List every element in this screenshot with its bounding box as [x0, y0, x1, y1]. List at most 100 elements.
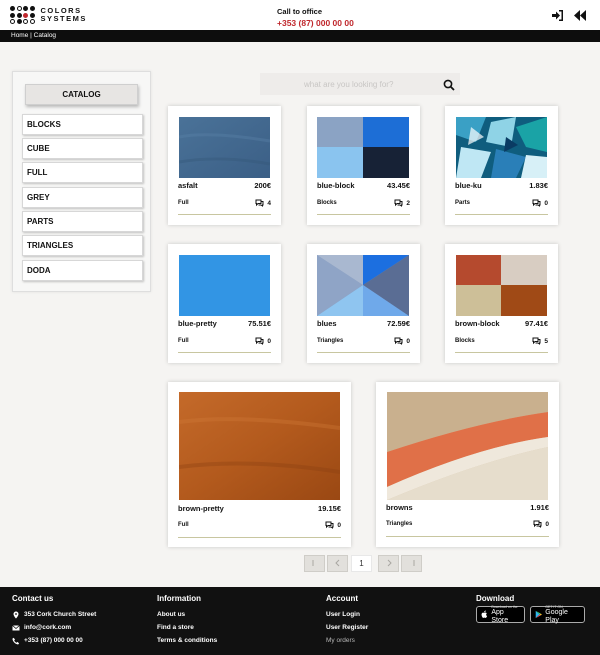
page-number-current[interactable]: 1	[351, 555, 372, 572]
footer-contact: Contact us 353 Cork Church Street info@c…	[12, 594, 96, 647]
comments-number: 0	[267, 337, 271, 345]
search-icon[interactable]	[443, 79, 455, 91]
apple-icon	[481, 610, 488, 618]
footer-email-text[interactable]: info@cork.com	[24, 621, 71, 634]
last-page-button[interactable]	[401, 555, 422, 572]
product-category[interactable]: Parts	[455, 200, 470, 206]
product-category[interactable]: Triangles	[386, 521, 412, 527]
comments-count: 2	[394, 199, 410, 207]
product-image[interactable]	[179, 392, 340, 500]
product-image[interactable]	[456, 117, 547, 178]
next-page-icon	[387, 559, 392, 567]
phone-icon	[12, 637, 20, 644]
card-divider	[455, 352, 548, 353]
product-card[interactable]: asfalt 200€ Full 4	[168, 106, 281, 225]
product-name[interactable]: browns	[386, 503, 413, 512]
footer-link-login[interactable]: User Login	[326, 608, 368, 621]
product-name[interactable]: blue-pretty	[178, 319, 217, 328]
footer-account: Account User Login User Register My orde…	[326, 594, 368, 647]
comments-icon	[532, 337, 541, 345]
comments-count: 5	[532, 337, 548, 345]
back-icon[interactable]	[574, 10, 586, 21]
comments-count: 0	[532, 199, 548, 207]
comments-icon	[255, 199, 264, 207]
footer-link-orders[interactable]: My orders	[326, 634, 368, 647]
product-card[interactable]: blues 72.59€ Triangles 0	[307, 244, 420, 363]
card-divider	[386, 536, 549, 537]
footer-phone[interactable]: +353 (87) 000 00 00	[12, 634, 96, 647]
card-divider	[455, 214, 548, 215]
product-card[interactable]: browns 1.91€ Triangles 0	[376, 382, 559, 547]
logo[interactable]: COLORS SYSTEMS	[10, 6, 87, 24]
site-header: COLORS SYSTEMS Call to office +353 (87) …	[0, 0, 600, 30]
product-price: 1.91€	[530, 503, 549, 512]
product-name[interactable]: blue-block	[317, 181, 355, 190]
sidebar-item-doda[interactable]: DODA	[22, 260, 143, 281]
last-page-icon	[413, 560, 414, 566]
product-image[interactable]	[317, 117, 409, 178]
sidebar-item-cube[interactable]: CUBE	[22, 138, 143, 159]
footer-information: Information About us Find a store Terms …	[157, 594, 217, 647]
first-page-button[interactable]	[304, 555, 325, 572]
product-name[interactable]: blue-ku	[455, 181, 482, 190]
product-category[interactable]: Full	[178, 338, 189, 344]
product-name[interactable]: blues	[317, 319, 337, 328]
sidebar-item-full[interactable]: FULL	[22, 162, 143, 183]
product-card[interactable]: blue-block 43.45€ Blocks 2	[307, 106, 420, 225]
google-play-badge[interactable]: GET IT ON Google Play	[530, 605, 585, 624]
card-divider	[178, 537, 341, 538]
office-phone[interactable]: +353 (87) 000 00 00	[277, 18, 354, 28]
comments-number: 5	[544, 337, 548, 345]
breadcrumb-text[interactable]: Home | Catalog	[11, 32, 56, 39]
product-name[interactable]: brown-block	[455, 319, 500, 328]
login-icon[interactable]	[552, 10, 564, 21]
product-price: 200€	[254, 181, 271, 190]
product-image[interactable]	[179, 117, 270, 178]
footer-account-title: Account	[326, 594, 358, 603]
product-price: 19.15€	[318, 504, 341, 513]
app-store-badge[interactable]: Download on the App Store	[476, 605, 525, 624]
search-input[interactable]	[260, 73, 438, 95]
location-icon	[13, 611, 19, 618]
footer-link-about[interactable]: About us	[157, 608, 217, 621]
first-page-icon	[312, 560, 313, 566]
product-name[interactable]: brown-pretty	[178, 504, 224, 513]
logo-mark	[10, 6, 35, 24]
product-image[interactable]	[456, 255, 547, 316]
product-card[interactable]: blue-pretty 75.51€ Full 0	[168, 244, 281, 363]
sidebar-item-grey[interactable]: GREY	[22, 187, 143, 208]
product-category[interactable]: Blocks	[317, 200, 337, 206]
logo-line-2: SYSTEMS	[40, 14, 87, 23]
footer-link-find-store[interactable]: Find a store	[157, 621, 217, 634]
product-category[interactable]: Full	[178, 200, 189, 206]
product-image[interactable]	[317, 255, 409, 316]
card-divider	[317, 352, 410, 353]
product-card[interactable]: blue-ku 1.83€ Parts 0	[445, 106, 558, 225]
sidebar-item-blocks[interactable]: BLOCKS	[22, 114, 143, 135]
next-page-button[interactable]	[378, 555, 399, 572]
comments-icon	[532, 199, 541, 207]
product-category[interactable]: Triangles	[317, 338, 343, 344]
footer-information-title: Information	[157, 594, 201, 603]
sidebar-item-parts[interactable]: PARTS	[22, 211, 143, 232]
call-to-office: Call to office +353 (87) 000 00 00	[277, 7, 354, 28]
breadcrumb: Home | Catalog	[0, 30, 600, 42]
product-image[interactable]	[179, 255, 270, 316]
product-category[interactable]: Full	[178, 522, 189, 528]
footer-phone-text[interactable]: +353 (87) 000 00 00	[24, 634, 83, 647]
footer-link-register[interactable]: User Register	[326, 621, 368, 634]
footer-email[interactable]: info@cork.com	[12, 621, 96, 634]
product-category[interactable]: Blocks	[455, 338, 475, 344]
sidebar-item-triangles[interactable]: TRIANGLES	[22, 235, 143, 256]
product-card[interactable]: brown-pretty 19.15€ Full 0	[168, 382, 351, 547]
catalog-sidebar: CATALOG BLOCKS CUBE FULL GREY PARTS TRIA…	[12, 71, 151, 292]
comments-icon	[325, 521, 334, 529]
comments-count: 0	[533, 520, 549, 528]
footer-link-terms[interactable]: Terms & conditions	[157, 634, 217, 647]
catalog-title-button[interactable]: CATALOG	[25, 84, 138, 105]
product-card[interactable]: brown-block 97.41€ Blocks 5	[445, 244, 558, 363]
card-divider	[178, 352, 271, 353]
product-image[interactable]	[387, 392, 548, 500]
product-name[interactable]: asfalt	[178, 181, 198, 190]
previous-page-button[interactable]	[327, 555, 348, 572]
